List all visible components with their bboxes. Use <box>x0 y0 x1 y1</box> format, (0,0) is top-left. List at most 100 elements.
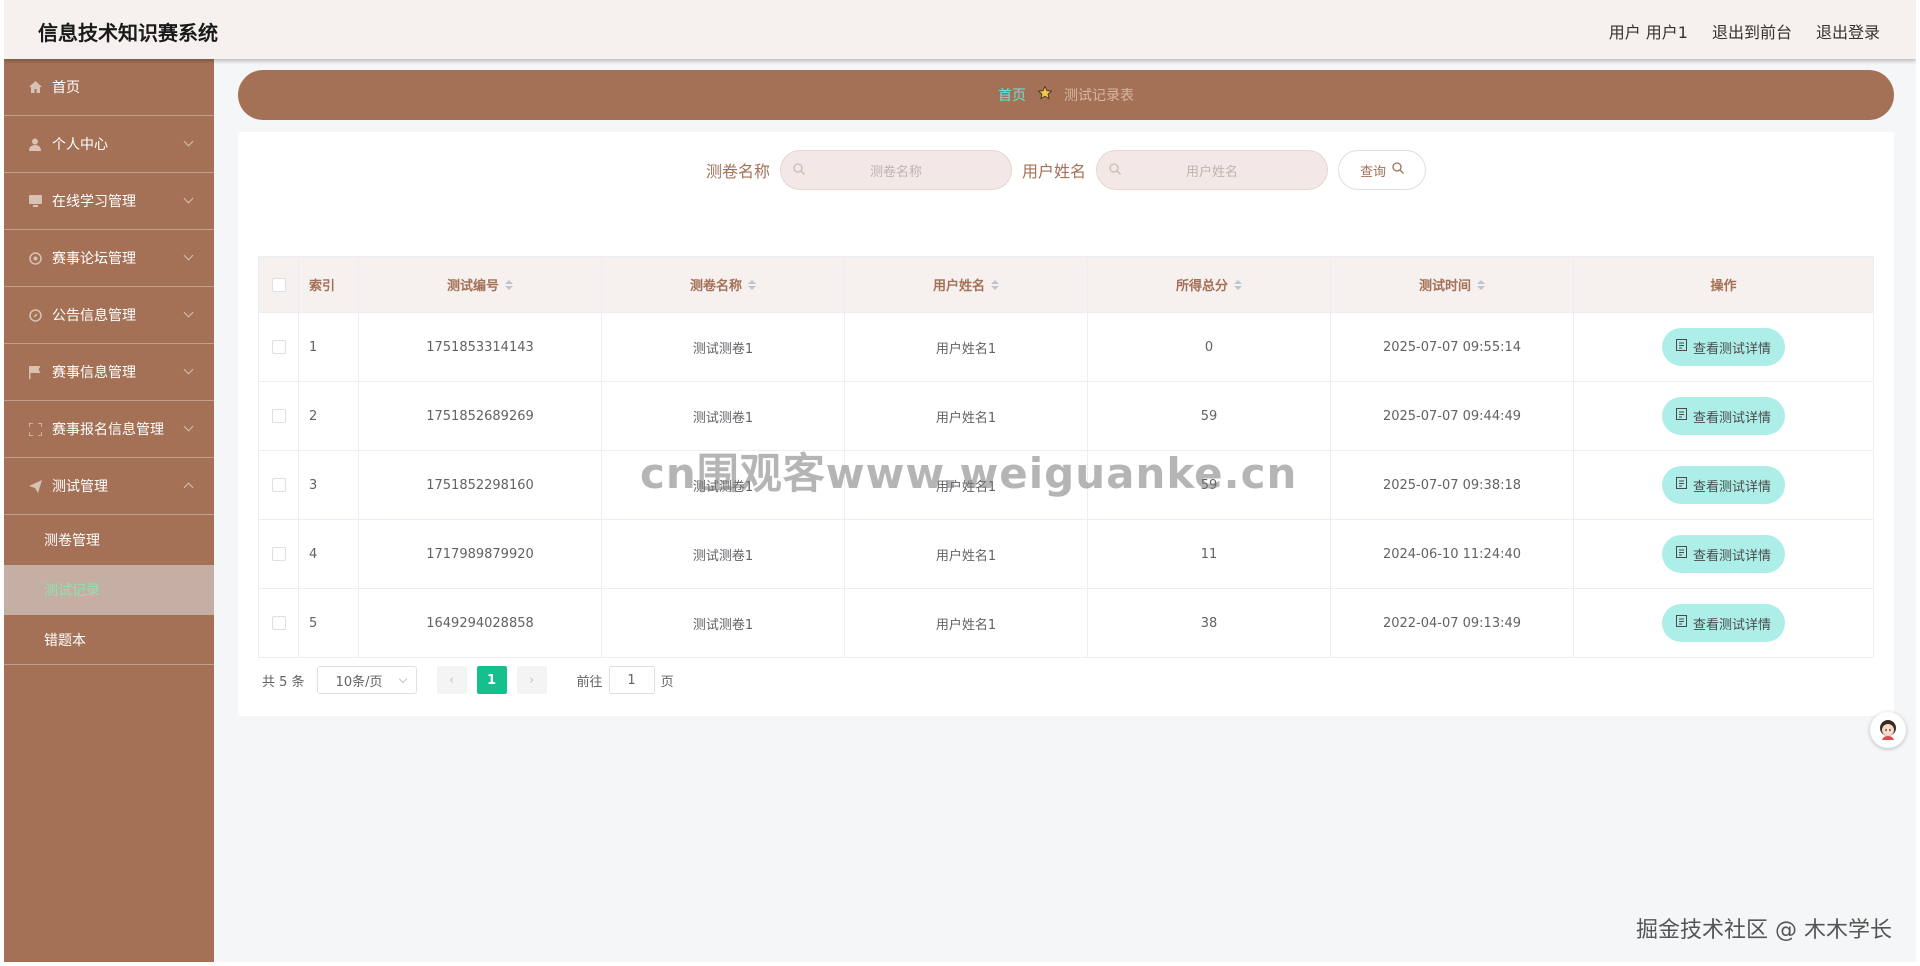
chevron-down-icon <box>183 421 194 432</box>
cell-paper-name: 测试测卷1 <box>602 451 845 520</box>
header-label: 所得总分 <box>1175 279 1228 294</box>
flag-icon <box>28 365 42 379</box>
table-header-row: 索引 测试编号 测卷名称 用户姓名 所得总分 测试时间 操作 <box>259 257 1874 313</box>
sidebar-item-announcements[interactable]: 公告信息管理 <box>4 287 214 344</box>
view-test-detail-button[interactable]: 查看测试详情 <box>1661 328 1785 366</box>
header-paper-name[interactable]: 测卷名称 <box>602 257 845 313</box>
sidebar-item-registration[interactable]: 赛事报名信息管理 <box>4 401 214 458</box>
chevron-left-icon: ‹ <box>448 672 455 688</box>
sidebar-item-label: 测试管理 <box>52 479 108 495</box>
header-label: 测卷名称 <box>689 279 742 294</box>
cell-test-time: 2025-07-07 09:38:18 <box>1331 451 1574 520</box>
cell-paper-name: 测试测卷1 <box>602 520 845 589</box>
breadcrumb-home[interactable]: 首页 <box>998 85 1026 105</box>
view-test-detail-label: 查看测试详情 <box>1692 548 1771 564</box>
send-icon <box>28 479 42 493</box>
header-total-score[interactable]: 所得总分 <box>1088 257 1331 313</box>
sort-icon[interactable] <box>505 279 513 290</box>
table-row: 2 1751852689269 测试测卷1 用户姓名1 59 2025-07-0… <box>259 382 1874 451</box>
search-bar: 测卷名称 测卷名称 用户姓名 用户姓名 查询 <box>238 150 1894 190</box>
header-checkbox-cell <box>259 257 299 313</box>
corner-watermark: 掘金技术社区 @ 木木学长 <box>1636 918 1892 943</box>
pagination: 共 5 条 10条/页 ‹ 1 › 前往 1 页 <box>262 666 674 694</box>
sidebar-item-online-learning[interactable]: 在线学习管理 <box>4 173 214 230</box>
view-test-detail-button[interactable]: 查看测试详情 <box>1661 604 1785 642</box>
sidebar-subitem-test-records[interactable]: 测试记录 <box>4 565 214 615</box>
header-label: 测试编号 <box>446 279 499 294</box>
chevron-down-icon <box>183 136 194 147</box>
user-name-placeholder: 用户姓名 <box>1186 164 1239 180</box>
chevron-down-icon <box>183 307 194 318</box>
chevron-down-icon <box>183 364 194 375</box>
header-label: 测试时间 <box>1418 279 1471 294</box>
view-test-detail-button[interactable]: 查看测试详情 <box>1661 535 1785 573</box>
row-checkbox[interactable] <box>271 478 286 492</box>
header-user-name[interactable]: 用户姓名 <box>845 257 1088 313</box>
select-all-checkbox[interactable] <box>271 277 286 292</box>
document-icon <box>1675 546 1687 562</box>
sort-icon[interactable] <box>1234 279 1242 290</box>
user-name-input[interactable]: 用户姓名 <box>1096 150 1329 190</box>
view-test-detail-label: 查看测试详情 <box>1692 479 1771 495</box>
search-icon <box>1109 163 1121 179</box>
paper-name-placeholder: 测卷名称 <box>869 164 922 180</box>
cell-paper-name: 测试测卷1 <box>602 589 845 658</box>
row-checkbox[interactable] <box>271 616 286 630</box>
sidebar-item-event-info[interactable]: 赛事信息管理 <box>4 344 214 401</box>
header-test-time[interactable]: 测试时间 <box>1331 257 1574 313</box>
total-count: 共 5 条 <box>262 674 305 690</box>
row-checkbox[interactable] <box>271 340 286 354</box>
sort-icon[interactable] <box>1477 279 1485 290</box>
user-icon <box>28 137 42 151</box>
view-test-detail-label: 查看测试详情 <box>1692 341 1771 357</box>
sidebar-subitem-wrong-questions[interactable]: 错题本 <box>4 615 214 665</box>
chevron-down-icon <box>183 193 194 204</box>
cell-actions: 查看测试详情 <box>1574 382 1874 451</box>
sidebar-item-label: 公告信息管理 <box>52 308 136 324</box>
app-title: 信息技术知识赛系统 <box>38 21 218 45</box>
assistant-avatar-icon[interactable] <box>1870 712 1906 748</box>
cell-paper-name: 测试测卷1 <box>602 313 845 382</box>
sidebar-item-test-management[interactable]: 测试管理 <box>4 458 214 515</box>
cell-test-id: 1751853314143 <box>359 313 602 382</box>
next-page-button[interactable]: › <box>516 666 547 694</box>
top-header: 信息技术知识赛系统 用户 用户1 退出到前台 退出登录 <box>4 0 1916 59</box>
document-icon <box>1675 339 1687 355</box>
table-row: 5 1649294028858 测试测卷1 用户姓名1 38 2022-04-0… <box>259 589 1874 658</box>
prev-page-button[interactable]: ‹ <box>436 666 467 694</box>
paper-name-input[interactable]: 测卷名称 <box>780 150 1012 190</box>
row-checkbox[interactable] <box>271 547 286 561</box>
sidebar-item-label: 首页 <box>52 80 80 96</box>
cell-user-name: 用户姓名1 <box>845 451 1088 520</box>
sort-icon[interactable] <box>748 279 756 290</box>
header-test-id[interactable]: 测试编号 <box>359 257 602 313</box>
search-icon <box>793 163 805 179</box>
chevron-up-icon <box>183 482 194 493</box>
sidebar-item-forum[interactable]: 赛事论坛管理 <box>4 230 214 287</box>
sidebar-subitem-paper-management[interactable]: 测卷管理 <box>4 515 214 565</box>
sort-icon[interactable] <box>991 279 999 290</box>
goto-page-input[interactable]: 1 <box>608 666 655 694</box>
query-button-label: 查询 <box>1360 164 1387 180</box>
document-icon <box>1675 615 1687 631</box>
view-test-detail-button[interactable]: 查看测试详情 <box>1661 466 1785 504</box>
compass-icon <box>28 308 42 322</box>
star-icon <box>1037 85 1053 104</box>
page-size-select[interactable]: 10条/页 <box>316 666 417 694</box>
sidebar-item-label: 在线学习管理 <box>52 194 136 210</box>
cell-total-score: 59 <box>1088 382 1331 451</box>
scan-icon <box>28 422 42 436</box>
logout-link[interactable]: 退出登录 <box>1816 19 1880 43</box>
cell-user-name: 用户姓名1 <box>845 520 1088 589</box>
page-number-current[interactable]: 1 <box>476 666 507 694</box>
sidebar-item-label: 个人中心 <box>52 137 108 153</box>
view-test-detail-button[interactable]: 查看测试详情 <box>1661 397 1785 435</box>
cell-index: 1 <box>299 313 359 382</box>
query-button[interactable]: 查询 <box>1338 150 1427 190</box>
cell-index: 5 <box>299 589 359 658</box>
exit-to-front-link[interactable]: 退出到前台 <box>1712 19 1792 43</box>
sidebar-item-home[interactable]: 首页 <box>4 59 214 116</box>
row-checkbox-cell <box>259 589 299 658</box>
row-checkbox[interactable] <box>271 409 286 423</box>
sidebar-item-personal-center[interactable]: 个人中心 <box>4 116 214 173</box>
